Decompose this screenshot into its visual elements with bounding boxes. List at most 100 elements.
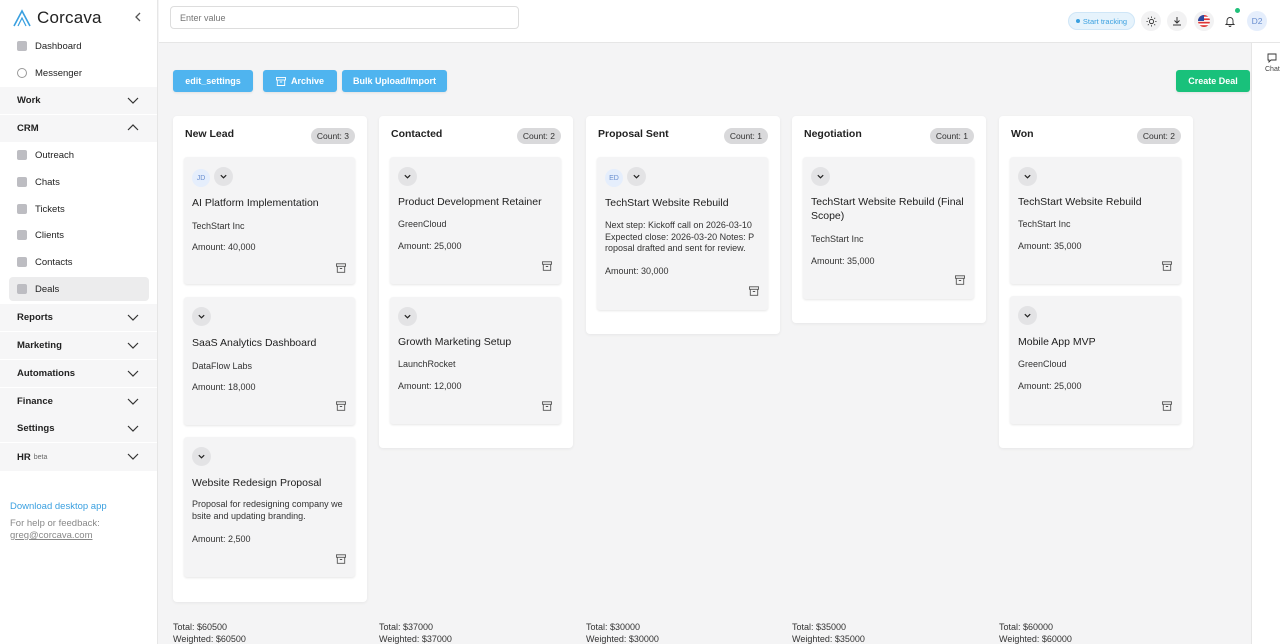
messenger-icon	[17, 68, 27, 78]
column-count: Count: 2	[516, 128, 561, 144]
group-label: Marketing	[17, 340, 62, 351]
search-input[interactable]	[170, 6, 519, 29]
app-name: Corcava	[37, 8, 102, 27]
archive-icon[interactable]	[336, 554, 346, 564]
archive-icon[interactable]	[749, 286, 759, 296]
archive-icon[interactable]	[955, 275, 965, 285]
deal-card[interactable]: Product Development Retainer GreenCloud …	[390, 157, 561, 284]
sidebar-group-hr[interactable]: HR beta	[0, 443, 157, 471]
sidebar-group-crm[interactable]: CRM	[0, 115, 157, 142]
deal-amount: Amount: 40,000	[192, 242, 256, 252]
deal-card[interactable]: Growth Marketing Setup LaunchRocket Amou…	[390, 297, 561, 424]
deal-amount: Amount: 18,000	[192, 382, 256, 392]
contacts-icon	[17, 257, 27, 267]
sidebar-group-marketing[interactable]: Marketing	[0, 332, 157, 359]
button-label: Bulk Upload/Import	[353, 76, 436, 86]
archive-icon[interactable]	[1162, 401, 1172, 411]
chevron-down-icon	[1024, 313, 1031, 318]
card-expand-button[interactable]	[398, 307, 417, 326]
card-expand-button[interactable]	[1018, 167, 1037, 186]
deal-card[interactable]: Mobile App MVP GreenCloud Amount: 25,000	[1010, 296, 1181, 424]
logo[interactable]: Corcava	[12, 8, 102, 28]
download-button[interactable]	[1167, 11, 1187, 31]
help-email-link[interactable]: greg@corcava.com	[10, 530, 93, 541]
chevron-left-icon[interactable]	[132, 10, 144, 24]
archive-icon[interactable]	[336, 263, 346, 273]
card-expand-button[interactable]	[811, 167, 830, 186]
deals-icon	[17, 284, 27, 294]
deal-amount: Amount: 30,000	[605, 266, 669, 276]
sidebar-item-outreach[interactable]: Outreach	[9, 143, 149, 167]
chat-icon	[1267, 53, 1277, 63]
weighted-value: Weighted: $60000	[999, 633, 1072, 644]
sidebar: Corcava Dashboard Messenger Work CRM Out…	[0, 0, 158, 644]
chevron-down-icon	[127, 314, 139, 321]
deal-company: GreenCloud	[398, 219, 447, 229]
deal-card[interactable]: SaaS Analytics Dashboard DataFlow Labs A…	[184, 297, 355, 425]
chevron-up-icon	[127, 124, 139, 131]
sidebar-item-messenger[interactable]: Messenger	[9, 61, 149, 85]
deal-card[interactable]: ED TechStart Website Rebuild Next step: …	[597, 157, 768, 310]
column-count: Count: 2	[1136, 128, 1181, 144]
bulk-upload-button[interactable]: Bulk Upload/Import	[342, 70, 447, 92]
sidebar-item-dashboard[interactable]: Dashboard	[9, 34, 149, 58]
deal-card[interactable]: Website Redesign Proposal Proposal for r…	[184, 437, 355, 577]
column-title: Won	[1011, 128, 1034, 140]
deal-amount: Amount: 12,000	[398, 381, 462, 391]
sidebar-item-deals[interactable]: Deals	[9, 277, 149, 301]
weighted-value: Weighted: $60500	[173, 633, 246, 644]
theme-toggle-button[interactable]	[1141, 11, 1161, 31]
chats-icon	[17, 177, 27, 187]
column-count: Count: 3	[310, 128, 355, 144]
sidebar-item-tickets[interactable]: Tickets	[9, 197, 149, 221]
card-expand-button[interactable]	[214, 167, 233, 186]
card-expand-button[interactable]	[398, 167, 417, 186]
chevron-down-icon	[1024, 174, 1031, 179]
chat-rail[interactable]: Chat	[1251, 43, 1280, 644]
card-expand-button[interactable]	[192, 307, 211, 326]
sidebar-item-label: Chats	[35, 176, 60, 188]
card-expand-button[interactable]	[1018, 306, 1037, 325]
sidebar-group-finance[interactable]: Finance	[0, 388, 157, 415]
card-expand-button[interactable]	[192, 447, 211, 466]
notifications-button[interactable]	[1220, 11, 1240, 31]
start-tracking-button[interactable]: Start tracking	[1068, 12, 1135, 30]
column-totals: Total: $60500 Weighted: $60500	[173, 622, 246, 644]
card-expand-button[interactable]	[627, 167, 646, 186]
language-button[interactable]	[1194, 11, 1214, 31]
button-label: Create Deal	[1188, 76, 1238, 86]
create-deal-button[interactable]: Create Deal	[1176, 70, 1250, 92]
archive-icon[interactable]	[1162, 261, 1172, 271]
column-totals: Total: $35000 Weighted: $35000	[792, 622, 865, 644]
column-totals: Total: $37000 Weighted: $37000	[379, 622, 452, 644]
sidebar-group-work[interactable]: Work	[0, 87, 157, 114]
avatar[interactable]: D2	[1247, 11, 1267, 31]
deal-company: LaunchRocket	[398, 359, 456, 369]
chevron-down-icon	[817, 174, 824, 179]
sidebar-item-clients[interactable]: Clients	[9, 223, 149, 247]
column-title: Proposal Sent	[598, 128, 669, 140]
deal-title: Growth Marketing Setup	[398, 336, 512, 348]
deal-card[interactable]: TechStart Website Rebuild (Final Scope) …	[803, 157, 974, 299]
weighted-value: Weighted: $37000	[379, 633, 452, 644]
archive-icon[interactable]	[542, 261, 552, 271]
download-desktop-link[interactable]: Download desktop app	[10, 501, 107, 512]
pipeline-column-negotiation: Negotiation Count: 1 TechStart Website R…	[792, 116, 986, 323]
sidebar-item-contacts[interactable]: Contacts	[9, 250, 149, 274]
sidebar-group-settings[interactable]: Settings	[0, 415, 157, 442]
deal-title: Product Development Retainer	[398, 196, 542, 208]
archive-icon[interactable]	[336, 401, 346, 411]
column-totals: Total: $60000 Weighted: $60000	[999, 622, 1072, 644]
outreach-icon	[17, 150, 27, 160]
button-label: edit_settings	[185, 76, 241, 86]
deal-card[interactable]: JD AI Platform Implementation TechStart …	[184, 157, 355, 284]
deal-card[interactable]: TechStart Website Rebuild TechStart Inc …	[1010, 157, 1181, 284]
edit-settings-button[interactable]: edit_settings	[173, 70, 253, 92]
archive-icon[interactable]	[542, 401, 552, 411]
sidebar-item-chats[interactable]: Chats	[9, 170, 149, 194]
sidebar-group-reports[interactable]: Reports	[0, 304, 157, 331]
pipeline-column-contacted: Contacted Count: 2 Product Development R…	[379, 116, 573, 448]
sidebar-group-automations[interactable]: Automations	[0, 360, 157, 387]
chevron-down-icon	[127, 97, 139, 104]
archive-button[interactable]: Archive	[263, 70, 337, 92]
